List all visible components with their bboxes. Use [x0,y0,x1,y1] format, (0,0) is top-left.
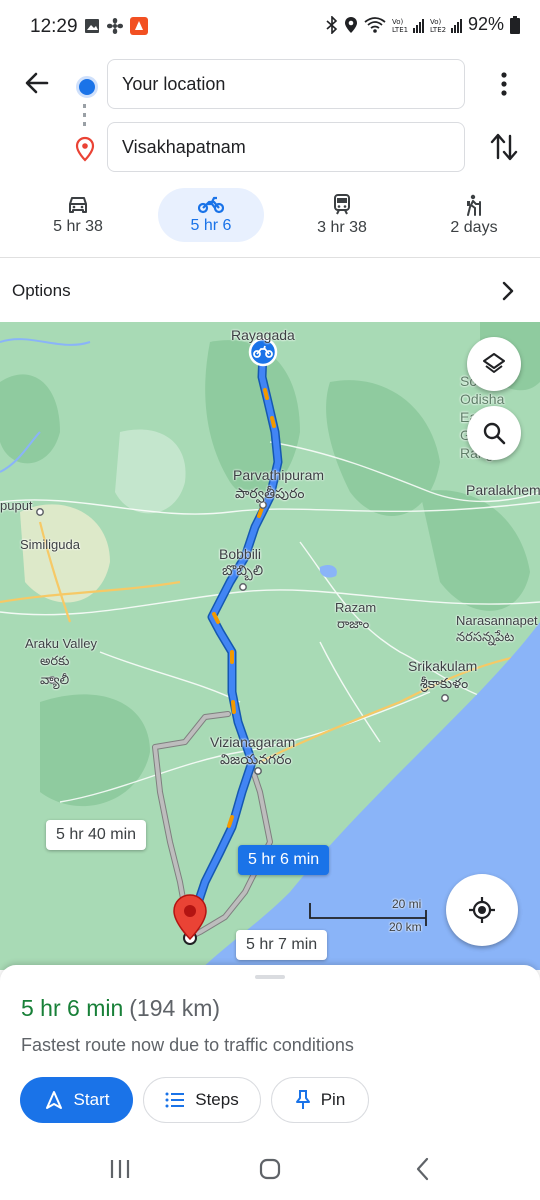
alt-route-time-1[interactable]: 5 hr 40 min [46,820,147,850]
my-location-button[interactable] [446,874,518,946]
navigation-arrow-icon [45,1091,62,1109]
place-label-local: బొబ్బిలి [222,562,264,578]
wifi-icon [364,16,386,33]
chevron-right-icon [502,281,514,301]
search-icon [483,422,506,445]
hiking-icon [467,194,481,216]
route-connector [83,104,86,128]
layers-button[interactable] [467,337,521,391]
app-notification-icon [130,17,148,35]
status-system-icons: Vo) LTE1 Vo) LTE2 92% [326,14,520,35]
signal-lte2-icon: Vo)LTE2 [430,18,462,34]
route-reason: Fastest route now due to traffic conditi… [21,1035,354,1055]
place-label: Bobbili [219,546,262,562]
sheet-handle[interactable] [255,975,285,979]
destination-pin-icon [75,136,95,162]
my-location-icon [469,897,495,923]
divider [0,257,540,258]
steps-button[interactable]: Steps [143,1077,261,1123]
recent-apps-icon[interactable] [107,1156,133,1182]
svg-text:LTE2: LTE2 [430,26,446,34]
place-label: Parvathipuram [233,467,325,483]
options-label: Options [12,281,71,300]
place-label: Similiguda [20,537,80,552]
scale-km: 20 km [389,920,422,934]
steps-label: Steps [195,1090,239,1109]
destination-marker-icon[interactable] [171,893,209,941]
mode-motorcycle[interactable]: 5 hr 6 [158,188,264,242]
home-icon[interactable] [257,1156,283,1182]
back-arrow-icon[interactable] [20,66,54,100]
place-label: Srikakulam [408,658,478,674]
mode-car-time: 5 hr 38 [53,217,103,235]
place-label: Rayagada [231,327,295,343]
place-label: Paralakhem [466,482,540,498]
signal-lte1-icon: Vo)LTE1 [392,18,424,34]
svg-text:Vo): Vo) [392,18,404,26]
place-label-local: అరకు వ్యాలీ [40,653,70,687]
route-summary: 5 hr 6 min (194 km) [21,995,220,1022]
travel-modes: 5 hr 38 5 hr 6 3 hr 38 2 days [0,188,540,244]
origin-dot-icon [76,76,98,98]
swap-icon[interactable] [489,130,519,164]
status-notification-icons [84,17,148,35]
alt-route-time-2[interactable]: 5 hr 7 min [236,930,328,960]
place-label: puput [0,498,33,513]
map-search-button[interactable] [467,406,521,460]
origin-field[interactable]: Your location [107,59,465,109]
svg-text:LTE1: LTE1 [392,26,408,34]
place-label: Araku Valley [25,636,98,651]
place-label: Vizianagaram [210,734,296,750]
list-icon [165,1092,185,1108]
place-label: Razam [335,600,377,615]
place-label: Narasannapet [456,613,538,628]
more-options-icon[interactable] [490,70,518,98]
system-nav-bar [0,1140,540,1200]
battery-percent: 92% [467,14,504,34]
mode-walk[interactable]: 2 days [421,188,527,242]
battery-icon [510,15,520,34]
mode-walk-time: 2 days [450,218,498,236]
location-icon [344,16,357,33]
car-icon [69,196,87,213]
options-row[interactable]: Options [0,260,540,322]
back-nav-icon[interactable] [410,1156,436,1182]
start-label: Start [73,1090,110,1109]
map-view[interactable]: Rayagada Parvathipuram పార్వతీపురం Bobbi… [0,322,540,970]
mode-motorcycle-time: 5 hr 6 [190,216,232,234]
status-time: 12:29 [30,16,78,37]
place-label-local: శ్రీకాకుళం [420,675,469,691]
pushpin-icon [295,1090,310,1109]
place-label-local: విజయనగరం [220,751,292,767]
scale-miles: 20 mi [392,897,422,911]
place-label-local: పార్వతీపురం [235,485,305,501]
start-button[interactable]: Start [20,1077,133,1123]
route-distance: (194 km) [129,995,221,1021]
fan-icon [107,18,123,34]
pin-label: Pin [320,1090,346,1109]
route-duration: 5 hr 6 min [21,995,124,1021]
train-icon [334,193,350,214]
pin-button[interactable]: Pin [271,1077,369,1123]
gallery-icon [85,19,99,33]
place-label-local: రాజాం [337,616,370,631]
mode-transit-time: 3 hr 38 [317,218,367,236]
motorcycle-icon [198,196,224,213]
place-label-local: నరసన్నపేట [456,629,515,644]
layers-icon [483,353,505,373]
bluetooth-icon [326,15,338,34]
mode-car[interactable]: 5 hr 38 [25,188,131,242]
status-bar: 12:29 Vo) LTE1 Vo) LTE2 92% [0,0,540,54]
main-route-time[interactable]: 5 hr 6 min [238,845,330,875]
mode-transit[interactable]: 3 hr 38 [289,188,395,242]
svg-text:Vo): Vo) [430,18,442,26]
destination-field[interactable]: Visakhapatnam [107,122,465,172]
